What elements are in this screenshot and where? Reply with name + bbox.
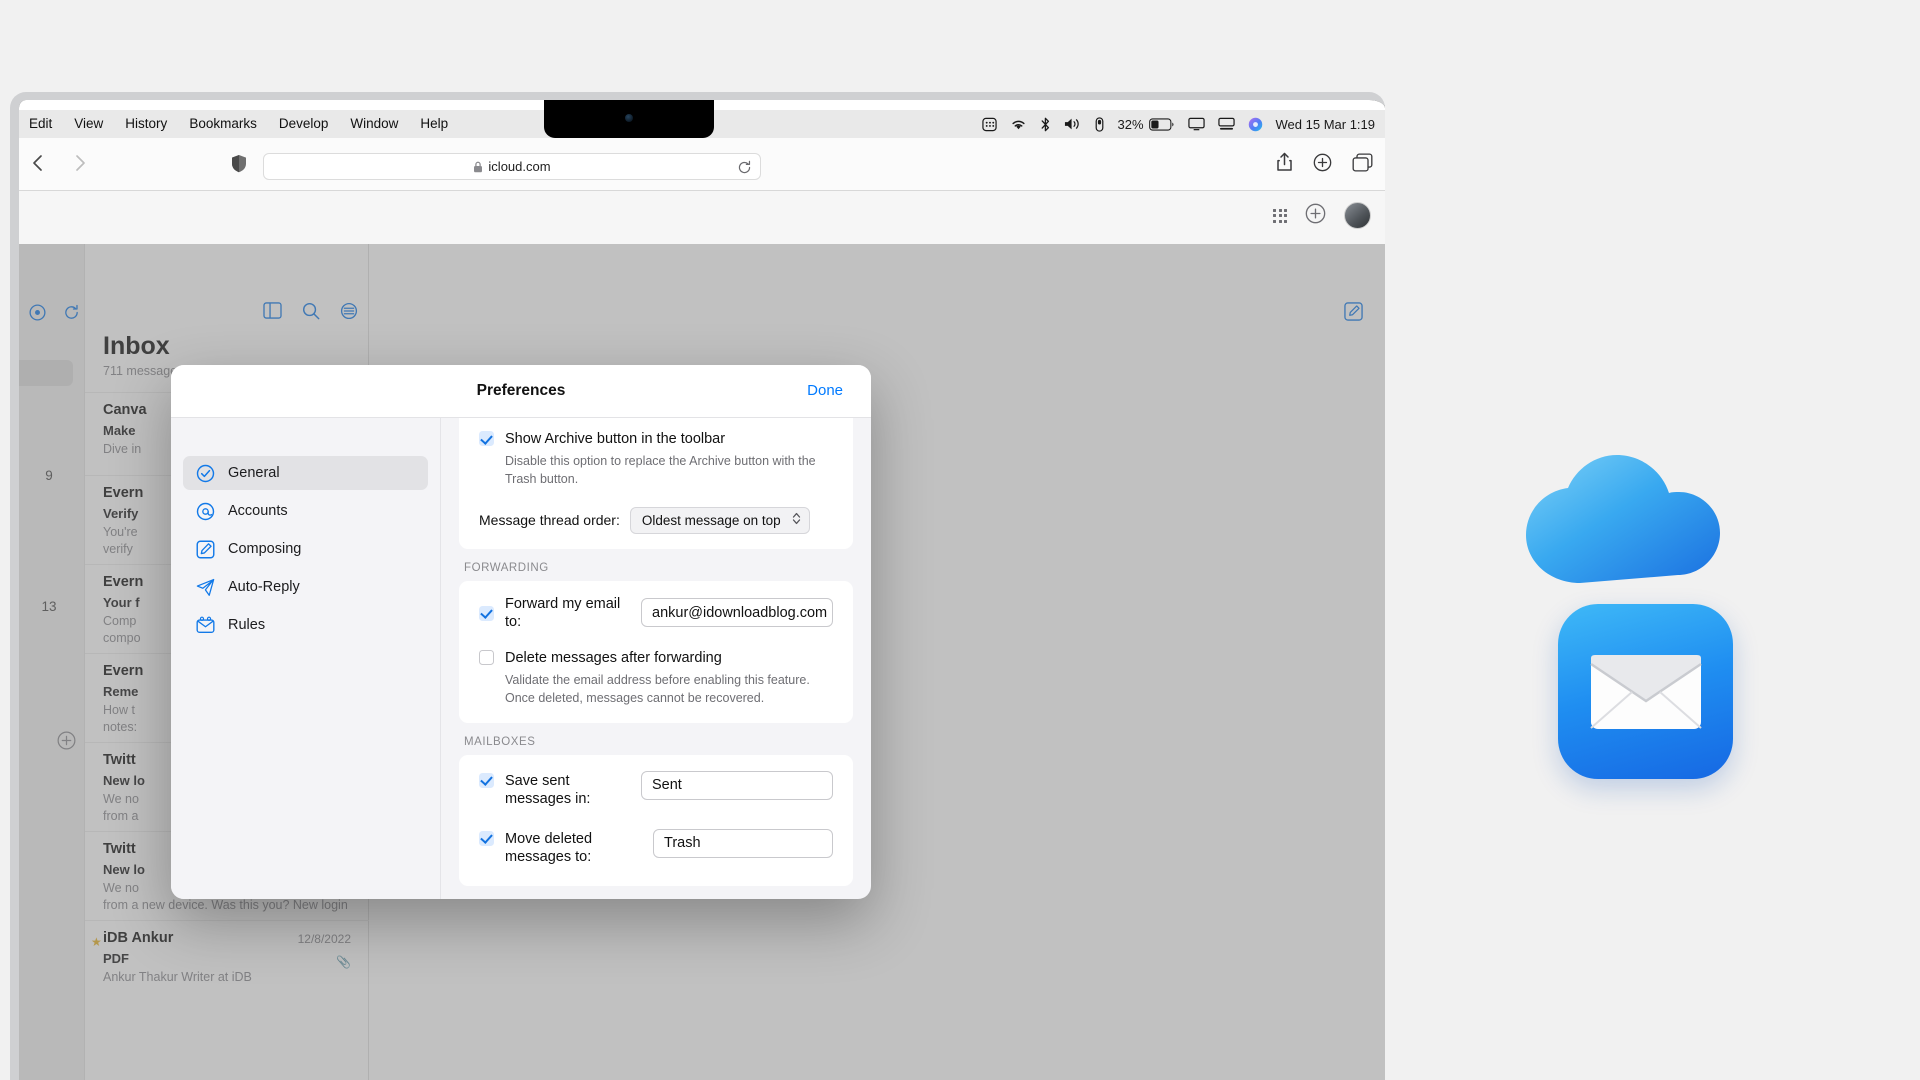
sidebar-item-label: Accounts xyxy=(228,503,288,519)
tab-overview-button[interactable] xyxy=(1352,152,1373,177)
volume-icon[interactable] xyxy=(1064,117,1082,131)
delete-after-forwarding-help: Validate the email address before enabli… xyxy=(505,673,810,705)
icloud-web-header xyxy=(19,191,1385,244)
menu-item-history[interactable]: History xyxy=(114,110,178,138)
delete-after-forwarding-checkbox[interactable] xyxy=(479,649,494,665)
menu-item-develop[interactable]: Develop xyxy=(268,110,340,138)
menu-bar-clock[interactable]: Wed 15 Mar 1:19 xyxy=(1276,117,1375,132)
move-deleted-label: Move deleted messages to: xyxy=(505,830,593,865)
forward-button[interactable] xyxy=(69,151,91,175)
delete-after-forwarding-label: Delete messages after forwarding xyxy=(505,649,722,666)
lock-icon xyxy=(473,161,483,173)
done-button[interactable]: Done xyxy=(807,382,843,399)
menu-item-window[interactable]: Window xyxy=(339,110,409,138)
check-circle-icon xyxy=(196,464,215,483)
forwarding-card: Forward my email to: ankur@idownloadblog… xyxy=(459,580,853,723)
preferences-dialog: Preferences Done General Accounts Compos… xyxy=(171,365,871,899)
camera-icon xyxy=(625,114,633,122)
laptop-frame: Edit View History Bookmarks Develop Wind… xyxy=(10,92,1385,1080)
sidebar-item-label: General xyxy=(228,465,280,481)
address-bar-text: icloud.com xyxy=(488,159,551,174)
control-center-icon[interactable] xyxy=(982,117,998,132)
thread-order-value: Oldest message on top xyxy=(641,512,781,528)
move-deleted-checkbox[interactable] xyxy=(479,830,494,846)
sidebar-item-composing[interactable]: Composing xyxy=(183,532,428,566)
mail-app-icon xyxy=(1558,604,1733,779)
app-grid-icon[interactable] xyxy=(1273,208,1287,223)
siri-icon[interactable] xyxy=(1248,117,1263,132)
sidebar-item-general[interactable]: General xyxy=(183,456,428,490)
forward-email-checkbox[interactable] xyxy=(479,605,494,621)
page-title: Preferences xyxy=(476,382,566,399)
share-button[interactable] xyxy=(1276,152,1293,177)
show-archive-checkbox[interactable] xyxy=(479,431,494,446)
account-avatar[interactable] xyxy=(1344,202,1371,229)
chevron-updown-icon xyxy=(792,511,801,529)
at-circle-icon xyxy=(196,502,215,521)
privacy-shield-icon[interactable] xyxy=(231,154,247,178)
bluetooth-icon[interactable] xyxy=(1040,117,1051,132)
battery-icon xyxy=(1148,117,1174,131)
sidebar-item-rules[interactable]: Rules xyxy=(183,608,428,642)
address-bar[interactable]: icloud.com xyxy=(263,153,761,180)
trash-mailbox-input[interactable]: Trash xyxy=(653,828,833,858)
preferences-header: Preferences Done xyxy=(171,365,871,418)
rules-envelope-icon xyxy=(196,616,215,635)
save-sent-label: Save sent messages in: xyxy=(505,772,591,807)
show-archive-label: Show Archive button in the toolbar xyxy=(505,431,726,447)
menu-item-view[interactable]: View xyxy=(63,110,114,138)
save-sent-checkbox[interactable] xyxy=(479,772,494,788)
screen-mirroring-icon[interactable] xyxy=(1217,117,1235,131)
sidebar-item-label: Auto-Reply xyxy=(228,579,300,595)
menu-item-bookmarks[interactable]: Bookmarks xyxy=(178,110,268,138)
preferences-content: Show Archive button in the toolbar Disab… xyxy=(441,418,871,899)
microphone-icon[interactable] xyxy=(1095,116,1104,132)
mailboxes-card: Save sent messages in: Sent Move deleted… xyxy=(459,754,853,886)
screenshot-root: Edit View History Bookmarks Develop Wind… xyxy=(0,0,1920,1080)
forward-email-input[interactable]: ankur@idownloadblog.com xyxy=(641,598,833,628)
mailboxes-section-label: MAILBOXES xyxy=(464,735,536,748)
battery-indicator[interactable]: 32% xyxy=(1117,117,1174,132)
new-tab-button[interactable] xyxy=(1313,153,1332,177)
display-icon[interactable] xyxy=(1187,117,1205,131)
sent-mailbox-input[interactable]: Sent xyxy=(641,770,833,800)
laptop-screen: Edit View History Bookmarks Develop Wind… xyxy=(19,100,1385,1080)
thread-order-label: Message thread order: xyxy=(479,512,620,529)
sidebar-item-label: Rules xyxy=(228,617,266,633)
preferences-sidebar: General Accounts Composing Auto-Reply Ru… xyxy=(171,418,441,899)
paper-plane-icon xyxy=(196,578,215,597)
thread-order-select[interactable]: Oldest message on top xyxy=(629,506,810,534)
wifi-icon[interactable] xyxy=(1010,118,1027,131)
safari-toolbar: icloud.com xyxy=(19,138,1385,191)
general-card: Show Archive button in the toolbar Disab… xyxy=(459,418,853,549)
compose-icon xyxy=(196,540,215,559)
add-widget-icon[interactable] xyxy=(1305,203,1326,229)
sidebar-item-auto-reply[interactable]: Auto-Reply xyxy=(183,570,428,604)
reload-button[interactable] xyxy=(737,160,752,178)
display-notch xyxy=(544,100,714,138)
sidebar-item-accounts[interactable]: Accounts xyxy=(183,494,428,528)
icloud-logo xyxy=(1512,455,1760,585)
forward-email-label: Forward my email to: xyxy=(505,595,621,630)
menu-item-help[interactable]: Help xyxy=(409,110,459,138)
back-button[interactable] xyxy=(27,151,49,175)
macos-status-bar: 32% Wed 15 Mar 1:19 xyxy=(982,110,1385,138)
battery-percent-label: 32% xyxy=(1117,116,1144,132)
show-archive-help: Disable this option to replace the Archi… xyxy=(505,454,816,486)
forwarding-section-label: FORWARDING xyxy=(464,561,549,574)
sidebar-item-label: Composing xyxy=(228,541,302,557)
menu-item-edit[interactable]: Edit xyxy=(19,110,63,138)
